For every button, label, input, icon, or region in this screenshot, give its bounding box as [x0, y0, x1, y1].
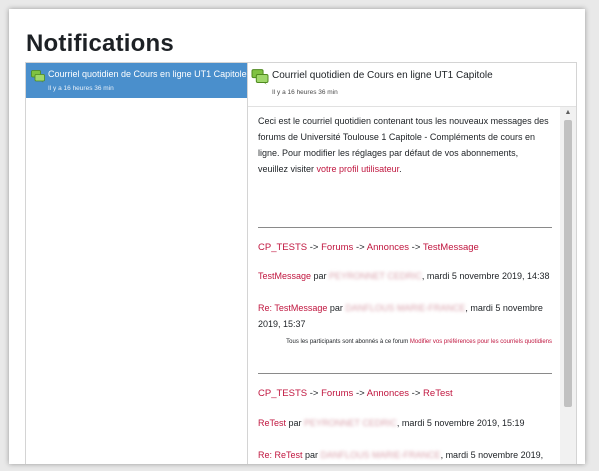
subscription-text: Tous les participants sont abonnés à ce …	[286, 339, 410, 345]
breadcrumb-separator: ->	[353, 388, 367, 399]
post-date: , mardi 5 novembre 2019, 14:38	[421, 271, 550, 281]
post-entry: Re: ReTest par DANFLOUS MARIE-FRANCE, ma…	[258, 447, 552, 464]
notification-time: Il y a 16 heures 36 min	[48, 85, 114, 92]
vertical-scrollbar[interactable]: ▲ ▼	[560, 107, 576, 464]
notifications-panel: Courriel quotidien de Cours en ligne UT1…	[25, 62, 577, 464]
notification-subject: Courriel quotidien de Cours en ligne UT1…	[48, 69, 247, 79]
notifications-page: Notifications Courriel quotidien de Cour…	[9, 9, 585, 464]
intro-paragraph: Ceci est le courriel quotidien contenant…	[258, 113, 550, 177]
notification-detail: Courriel quotidien de Cours en ligne UT1…	[248, 63, 576, 464]
breadcrumb: CP_TESTS -> Forums -> Annonces -> TestMe…	[258, 240, 479, 256]
author-link[interactable]: PEYRONNET CEDRIC	[329, 271, 422, 281]
post-entry: Re: TestMessage par DANFLOUS MARIE-FRANC…	[258, 300, 552, 332]
author-link[interactable]: DANFLOUS MARIE-FRANCE	[345, 303, 465, 313]
breadcrumb-separator: ->	[307, 242, 322, 253]
author-link[interactable]: DANFLOUS MARIE-FRANCE	[321, 450, 441, 460]
forum-subscription-note: Tous les participants sont abonnés à ce …	[258, 335, 552, 349]
post-title-link[interactable]: TestMessage	[258, 271, 311, 281]
forums-link[interactable]: Forums	[321, 388, 353, 399]
post-title-link[interactable]: Re: TestMessage	[258, 303, 327, 313]
chat-bubbles-icon	[31, 70, 45, 88]
detail-header: Courriel quotidien de Cours en ligne UT1…	[248, 63, 576, 105]
post-by: par	[302, 450, 321, 460]
discussion-link[interactable]: TestMessage	[423, 242, 479, 253]
breadcrumb-separator: ->	[409, 388, 424, 399]
digest-preferences-link[interactable]: Modifier vos préférences pour les courri…	[410, 339, 552, 345]
breadcrumb-separator: ->	[353, 242, 367, 253]
detail-time: Il y a 16 heures 36 min	[272, 89, 338, 96]
detail-body[interactable]: Ceci est le courriel quotidien contenant…	[248, 106, 576, 464]
post-by: par	[327, 303, 346, 313]
chat-bubbles-icon	[251, 69, 269, 90]
scrollbar-thumb[interactable]	[564, 120, 572, 407]
notification-list-item[interactable]: Courriel quotidien de Cours en ligne UT1…	[26, 63, 247, 98]
course-link[interactable]: CP_TESTS	[258, 242, 307, 253]
breadcrumb-separator: ->	[409, 242, 423, 253]
post-date: , mardi 5 novembre 2019, 15:19	[396, 418, 525, 428]
profile-link[interactable]: votre profil utilisateur	[317, 164, 400, 174]
scroll-up-arrow-icon[interactable]: ▲	[560, 107, 576, 119]
intro-end: .	[399, 164, 402, 174]
scroll-down-arrow-icon[interactable]: ▼	[560, 461, 576, 464]
divider	[258, 227, 552, 228]
discussion-link[interactable]: ReTest	[423, 388, 453, 399]
breadcrumb-separator: ->	[307, 388, 322, 399]
post-entry: ReTest par PEYRONNET CEDRIC, mardi 5 nov…	[258, 415, 552, 431]
notification-list: Courriel quotidien de Cours en ligne UT1…	[26, 63, 248, 464]
divider	[258, 373, 552, 374]
post-title-link[interactable]: Re: ReTest	[258, 450, 303, 460]
page-title: Notifications	[26, 30, 174, 57]
breadcrumb: CP_TESTS -> Forums -> Annonces -> ReTest	[258, 386, 453, 402]
post-title-link[interactable]: ReTest	[258, 418, 286, 428]
intro-text: Ceci est le courriel quotidien contenant…	[258, 116, 549, 174]
detail-subject: Courriel quotidien de Cours en ligne UT1…	[272, 70, 493, 81]
course-link[interactable]: CP_TESTS	[258, 388, 307, 399]
forum-link[interactable]: Annonces	[367, 242, 409, 253]
forums-link[interactable]: Forums	[321, 242, 353, 253]
post-by: par	[311, 271, 330, 281]
forum-link[interactable]: Annonces	[367, 388, 409, 399]
author-link[interactable]: PEYRONNET CEDRIC	[304, 418, 397, 428]
post-by: par	[286, 418, 305, 428]
post-entry: TestMessage par PEYRONNET CEDRIC, mardi …	[258, 268, 552, 284]
